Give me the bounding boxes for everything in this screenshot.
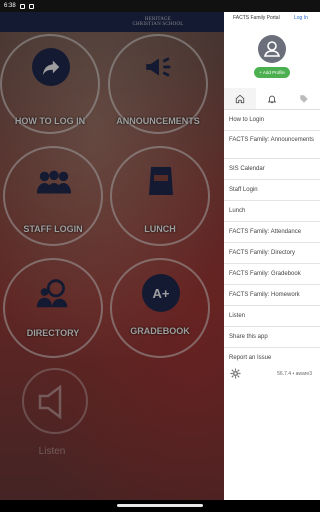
menu-item-attendance[interactable]: FACTS Family: Attendance	[224, 222, 320, 243]
portal-title: FACTS Family Portal	[233, 15, 280, 21]
menu-item-staff-login[interactable]: Staff Login	[224, 180, 320, 201]
tab-tags[interactable]	[288, 88, 320, 109]
add-profile-button[interactable]: + Add Profile	[254, 67, 290, 78]
menu-item-lunch[interactable]: Lunch	[224, 201, 320, 222]
add-profile-label: Add Profile	[262, 70, 285, 75]
app-status-icon	[28, 3, 34, 9]
drawer-header: FACTS Family Portal Log In + Add Profile	[224, 12, 320, 82]
bell-icon	[267, 95, 277, 103]
drawer-tabs	[224, 88, 320, 110]
menu-item-listen[interactable]: Listen	[224, 306, 320, 327]
screen: 6:38 HERITAGE CHRISTIAN SCHOOL HOW TO LO…	[0, 0, 320, 512]
menu-item-sis-calendar[interactable]: SIS Calendar	[224, 159, 320, 180]
menu-item-announcements[interactable]: FACTS Family: Announcements	[224, 131, 320, 159]
plus-icon: +	[259, 70, 262, 75]
menu-item-directory[interactable]: FACTS Family: Directory	[224, 243, 320, 264]
status-time: 6:38	[4, 3, 16, 9]
drawer-menu: How to Login FACTS Family: Announcements…	[224, 110, 320, 369]
tab-home[interactable]	[224, 88, 256, 109]
person-icon	[263, 41, 281, 57]
menu-item-gradebook[interactable]: FACTS Family: Gradebook	[224, 264, 320, 285]
gear-icon[interactable]	[230, 368, 241, 379]
status-bar: 6:38	[0, 0, 320, 12]
notification-icon	[19, 3, 25, 9]
avatar[interactable]	[258, 35, 286, 63]
home-icon	[235, 94, 245, 103]
version-text: 56.7.4 • aware3	[277, 371, 312, 377]
home-gesture-bar[interactable]	[117, 504, 203, 507]
log-in-link[interactable]: Log In	[294, 15, 308, 21]
drawer-footer: 56.7.4 • aware3	[224, 362, 320, 384]
navigation-drawer: FACTS Family Portal Log In + Add Profile…	[224, 12, 320, 500]
menu-item-share-app[interactable]: Share this app	[224, 327, 320, 348]
menu-item-how-to-login[interactable]: How to Login	[224, 110, 320, 131]
menu-item-homework[interactable]: FACTS Family: Homework	[224, 285, 320, 306]
tab-notifications[interactable]	[256, 88, 288, 109]
tag-icon	[300, 94, 308, 103]
system-nav-bar	[0, 500, 320, 512]
